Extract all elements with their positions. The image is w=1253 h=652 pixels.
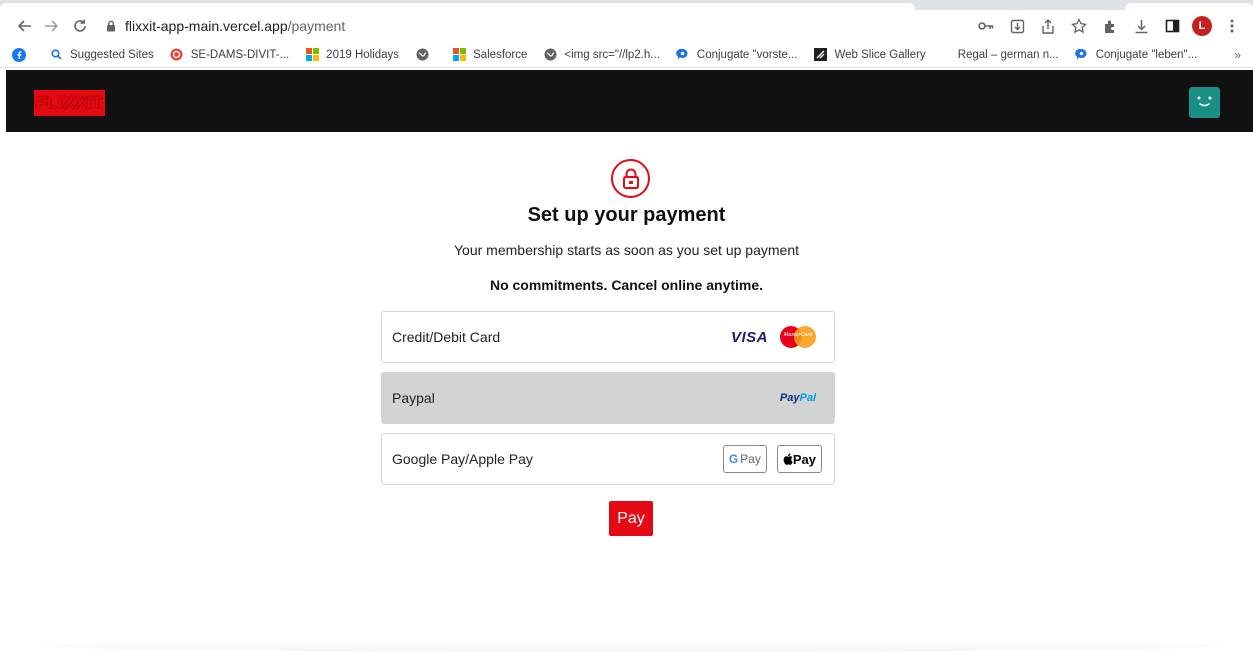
smiley-icon — [1197, 96, 1212, 107]
active-tab[interactable] — [0, 3, 915, 10]
forward-arrow-icon — [45, 20, 59, 32]
inactive-tab[interactable] — [1125, 3, 1253, 10]
lock-icon — [107, 20, 115, 32]
payment-page: Set up your payment Your membership star… — [0, 132, 1253, 652]
tab-strip — [0, 0, 1253, 10]
bookmarks-overflow-button[interactable]: » — [1234, 48, 1241, 62]
reload-button[interactable] — [66, 12, 94, 40]
flixxit-logo[interactable]: FLIXXIT — [34, 90, 105, 116]
padlock-icon — [622, 168, 639, 189]
bookmark-globe[interactable] — [415, 48, 436, 62]
back-arrow-icon — [17, 20, 31, 32]
kebab-menu-icon[interactable] — [1221, 15, 1243, 37]
membership-subtitle: Your membership starts as soon as you se… — [454, 242, 799, 258]
globe-icon — [415, 48, 429, 62]
mastercard-logo: MasterCard — [780, 326, 816, 348]
user-avatar[interactable] — [1189, 87, 1220, 118]
forward-button[interactable] — [38, 12, 66, 40]
bookmarks-bar: Suggested Sites SE-DAMS-DIVIT-... 2019 H… — [0, 42, 1253, 68]
extensions-icon[interactable] — [1099, 15, 1121, 37]
share-icon[interactable] — [1037, 15, 1059, 37]
app-icon — [170, 48, 184, 62]
bookmark-2019-holidays[interactable]: 2019 Holidays — [305, 48, 399, 62]
footer-divider — [40, 640, 1220, 652]
paypal-logo: PayPal — [779, 392, 816, 404]
bookmark-facebook[interactable] — [12, 47, 33, 62]
mastercard-wordmark: MasterCard — [783, 332, 813, 338]
bookmark-label: Web Slice Gallery — [834, 48, 926, 61]
commitment-note: No commitments. Cancel online anytime. — [489, 277, 764, 293]
facebook-icon — [12, 47, 26, 62]
side-panel-icon[interactable] — [1161, 15, 1183, 37]
payment-option-card[interactable]: Credit/Debit Card VISA MasterCard — [381, 311, 835, 363]
bookmark-conjugate-leben[interactable]: Conjugate "leben"... — [1075, 48, 1198, 62]
bookmark-label: Salesforce — [473, 48, 528, 61]
address-bar[interactable]: flixxit-app-main.vercel.app/payment — [106, 12, 345, 40]
globe-icon — [543, 48, 557, 62]
bookmark-label: Conjugate "vorste... — [696, 48, 798, 61]
url-path: /payment — [287, 18, 346, 34]
lock-badge — [611, 159, 650, 198]
chat-icon — [676, 48, 690, 62]
option-label: Credit/Debit Card — [392, 329, 501, 345]
bookmark-se-dams[interactable]: SE-DAMS-DIVIT-... — [170, 48, 289, 62]
search-icon — [49, 48, 63, 62]
bookmark-label: Conjugate "leben"... — [1095, 48, 1198, 61]
install-app-icon[interactable] — [1006, 15, 1028, 37]
password-key-icon[interactable] — [975, 15, 997, 37]
option-label: Google Pay/Apple Pay — [392, 451, 533, 467]
payment-option-wallet[interactable]: Google Pay/Apple Pay G Pay Pay — [381, 433, 835, 485]
bookmark-web-slice-gallery[interactable]: Web Slice Gallery — [814, 48, 926, 62]
microsoft-icon — [305, 48, 319, 62]
chat-icon — [1075, 48, 1089, 62]
pay-button[interactable]: Pay — [609, 501, 653, 536]
wallet-brands: G Pay Pay — [722, 445, 822, 473]
bookmark-img-src[interactable]: <img src="//lp2.h... — [543, 48, 660, 62]
download-icon[interactable] — [1130, 15, 1152, 37]
browser-toolbar: flixxit-app-main.vercel.app/payment L — [0, 10, 1253, 42]
slice-icon — [814, 48, 828, 62]
bookmark-label: Regal – german n... — [957, 48, 1059, 61]
page-title: Set up your payment — [527, 204, 726, 226]
bookmark-label: 2019 Holidays — [326, 48, 400, 61]
paypal-brand: PayPal — [780, 392, 816, 404]
microsoft-icon — [452, 48, 466, 62]
apple-pay-logo: Pay — [776, 445, 822, 473]
apple-icon — [783, 453, 793, 465]
payment-option-paypal[interactable]: Paypal PayPal — [381, 372, 835, 424]
bookmark-suggested-sites[interactable]: Suggested Sites — [49, 48, 154, 62]
reload-icon — [74, 19, 86, 32]
bookmark-salesforce[interactable]: Salesforce — [452, 48, 527, 62]
bookmark-label: <img src="//lp2.h... — [564, 48, 660, 61]
bookmark-label: SE-DAMS-DIVIT-... — [190, 48, 290, 61]
bookmark-regal[interactable]: Regal – german n... — [958, 49, 1059, 61]
option-label: Paypal — [392, 390, 435, 406]
browser-tools: L — [975, 15, 1243, 37]
url-host: flixxit-app-main.vercel.app — [125, 18, 288, 34]
app-header: FLIXXIT — [6, 70, 1253, 132]
bookmark-star-icon[interactable] — [1068, 15, 1090, 37]
visa-logo: VISA — [730, 328, 768, 346]
bookmark-conjugate-vorste[interactable]: Conjugate "vorste... — [676, 48, 798, 62]
profile-avatar[interactable]: L — [1192, 16, 1212, 36]
google-pay-logo: G Pay — [722, 445, 767, 473]
bookmark-label: Suggested Sites — [70, 48, 154, 61]
back-button[interactable] — [10, 12, 38, 40]
card-brands: VISA MasterCard — [731, 326, 816, 348]
